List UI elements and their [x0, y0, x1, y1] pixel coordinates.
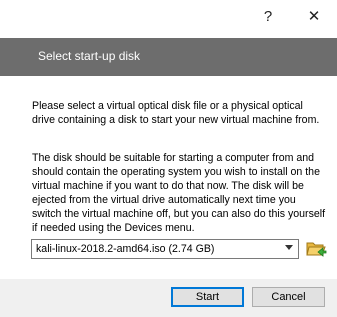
- description-text: The disk should be suitable for starting…: [32, 152, 326, 234]
- choose-disk-button[interactable]: [305, 238, 327, 260]
- help-button[interactable]: ?: [245, 0, 291, 32]
- disk-selector[interactable]: kali-linux-2018.2-amd64.iso (2.74 GB): [31, 239, 299, 259]
- page-title: Select start-up disk: [38, 49, 141, 63]
- chevron-down-icon[interactable]: [285, 245, 293, 250]
- button-bar: Start Cancel: [0, 279, 337, 317]
- wizard-header: Select start-up disk: [0, 38, 337, 76]
- instruction-text: Please select a virtual optical disk fil…: [32, 100, 320, 126]
- start-button[interactable]: Start: [171, 287, 244, 307]
- close-button[interactable]: ✕: [291, 0, 337, 32]
- folder-open-icon: [306, 242, 327, 257]
- title-bar: ? ✕: [0, 0, 337, 38]
- cancel-button[interactable]: Cancel: [252, 287, 325, 307]
- wizard-content: Please select a virtual optical disk fil…: [0, 76, 337, 279]
- disk-selector-value: kali-linux-2018.2-amd64.iso (2.74 GB): [36, 243, 215, 255]
